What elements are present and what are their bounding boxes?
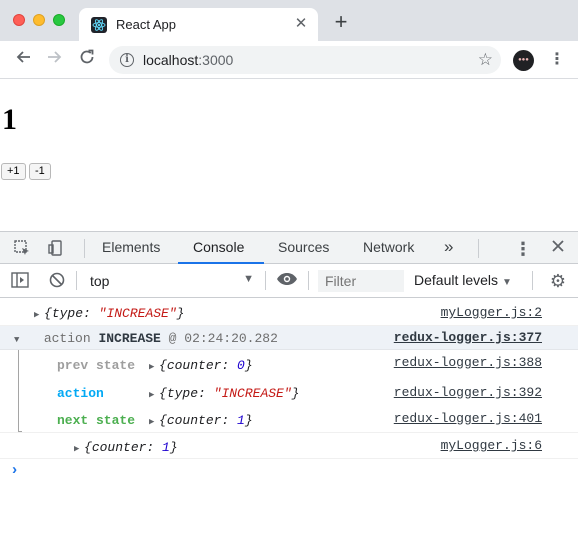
url-text: localhost:3000 (143, 52, 234, 68)
dropdown-arrow-icon: ▼ (502, 277, 512, 288)
tab-elements[interactable]: Elements (102, 239, 160, 255)
action-label: action (57, 386, 104, 401)
expand-triangle-icon[interactable]: ▶ (34, 310, 44, 320)
inspect-element-icon[interactable] (12, 239, 32, 259)
devtools-menu-icon[interactable]: ⋮ (513, 239, 533, 259)
source-link[interactable]: myLogger.js:6 (441, 438, 542, 453)
back-arrow-icon[interactable] (13, 49, 33, 69)
bookmark-star-icon[interactable]: ☆ (478, 50, 493, 70)
console-prompt-icon[interactable]: › (10, 462, 19, 479)
source-link[interactable]: myLogger.js:2 (441, 305, 542, 320)
expand-triangle-icon[interactable]: ▶ (149, 362, 159, 372)
tab-console[interactable]: Console (193, 239, 244, 255)
decrement-button[interactable]: -1 (29, 163, 51, 180)
toolbar-divider (84, 239, 85, 258)
console-message[interactable]: prev state ▶ {counter: 0} redux-logger.js… (0, 352, 578, 380)
context-selector[interactable]: top ▼ (82, 270, 258, 292)
page-content: 1 +1 -1 (0, 79, 578, 231)
collapse-triangle-icon[interactable]: ▼ (14, 335, 24, 345)
tab-strip: React App ✕ + (0, 0, 578, 41)
toolbar-divider (76, 271, 77, 290)
source-link[interactable]: redux-logger.js:392 (394, 385, 542, 400)
forward-arrow-icon[interactable] (45, 49, 65, 69)
minimize-window-button[interactable] (33, 14, 45, 26)
toolbar-divider (478, 239, 479, 258)
counter-value: 1 (2, 103, 17, 136)
source-link[interactable]: redux-logger.js:401 (394, 411, 542, 426)
expand-triangle-icon[interactable]: ▶ (74, 444, 84, 454)
prev-state-label: prev state (57, 358, 136, 373)
close-tab-icon[interactable]: ✕ (293, 16, 309, 32)
browser-tab[interactable]: React App ✕ (79, 8, 318, 41)
log-levels-dropdown[interactable]: Default levels ▼ (414, 272, 512, 288)
console-toolbar: top ▼ Default levels▼ ⚙ (0, 264, 578, 298)
address-bar[interactable]: i localhost:3000 ☆ (109, 46, 501, 74)
expand-triangle-icon[interactable]: ▶ (149, 390, 159, 400)
extension-avatar-icon[interactable]: ●●● (513, 50, 534, 71)
maximize-window-button[interactable] (53, 14, 65, 26)
console-message[interactable]: action ▶ {type: "INCREASE"} redux-logger.… (0, 380, 578, 408)
tab-sources[interactable]: Sources (278, 239, 329, 255)
source-link[interactable]: redux-logger.js:388 (394, 355, 542, 370)
dropdown-arrow-icon: ▼ (243, 273, 254, 285)
console-settings-gear-icon[interactable]: ⚙ (549, 272, 567, 290)
browser-toolbar: i localhost:3000 ☆ ●●● ⋮ (0, 41, 578, 79)
tab-network[interactable]: Network (363, 239, 414, 255)
device-toolbar-icon[interactable] (46, 239, 66, 259)
toolbar-divider (308, 271, 309, 290)
close-devtools-icon[interactable] (548, 239, 568, 259)
sidebar-toggle-icon[interactable] (11, 272, 29, 290)
console-message[interactable]: ▶ {counter: 1} myLogger.js:6 (0, 432, 578, 459)
next-state-label: next state (57, 413, 136, 428)
console-message[interactable]: next state ▶ {counter: 1} redux-logger.js… (0, 408, 578, 432)
increment-button[interactable]: +1 (1, 163, 26, 180)
reload-icon[interactable] (77, 49, 97, 69)
new-tab-button[interactable]: + (331, 11, 351, 33)
console-group-header[interactable]: ▼ action INCREASE @ 02:24:20.282 redux-l… (0, 326, 578, 350)
live-expression-eye-icon[interactable] (276, 272, 298, 290)
toolbar-divider (265, 271, 266, 290)
more-tabs-icon[interactable]: » (444, 237, 453, 257)
devtools-tab-bar: Elements Console Sources Network » ⋮ (0, 231, 578, 264)
info-icon[interactable]: i (120, 53, 134, 67)
browser-menu-icon[interactable]: ⋮ (549, 50, 565, 70)
clear-console-icon[interactable] (48, 272, 66, 290)
close-window-button[interactable] (13, 14, 25, 26)
console-message[interactable]: ▶ {type: "INCREASE"} myLogger.js:2 (0, 299, 578, 326)
tab-title: React App (116, 17, 176, 32)
source-link[interactable]: redux-logger.js:377 (394, 330, 542, 345)
react-logo-icon (91, 17, 107, 33)
toolbar-divider (532, 271, 533, 290)
filter-input[interactable] (318, 270, 404, 292)
expand-triangle-icon[interactable]: ▶ (149, 417, 159, 427)
